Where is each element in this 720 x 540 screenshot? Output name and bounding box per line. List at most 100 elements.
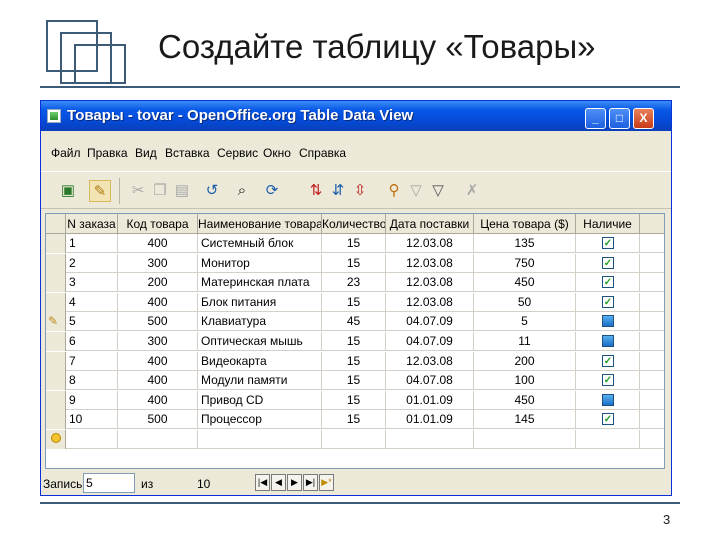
- table-cell[interactable]: [576, 390, 640, 410]
- table-cell[interactable]: Оптическая мышь: [198, 332, 322, 351]
- table-cell[interactable]: 15: [322, 332, 386, 351]
- table-cell[interactable]: Привод CD: [198, 390, 322, 410]
- row-selector[interactable]: [46, 430, 66, 449]
- table-cell[interactable]: 135: [474, 234, 576, 253]
- cut-icon[interactable]: ✂: [127, 180, 149, 202]
- table-cell[interactable]: 04.07.08: [386, 371, 474, 391]
- table-cell[interactable]: [386, 430, 474, 449]
- table-cell[interactable]: 12.03.08: [386, 234, 474, 253]
- row-selector[interactable]: [46, 292, 66, 312]
- undo-icon[interactable]: ↺: [201, 180, 223, 202]
- availability-checkbox[interactable]: ✓: [602, 295, 614, 308]
- table-cell[interactable]: ✓: [576, 253, 640, 273]
- table-row[interactable]: 4 400 Блок питания 15 12.03.08 50 ✓: [46, 292, 664, 312]
- sort-descending-icon[interactable]: ⇵: [327, 180, 349, 202]
- row-selector[interactable]: [46, 351, 66, 371]
- table-cell[interactable]: [118, 430, 198, 449]
- table-cell[interactable]: [576, 430, 640, 449]
- table-cell[interactable]: 50: [474, 292, 576, 312]
- table-cell[interactable]: [198, 430, 322, 449]
- table-cell[interactable]: 400: [118, 292, 198, 312]
- first-record-button[interactable]: |◀: [255, 474, 270, 491]
- table-cell[interactable]: 4: [66, 292, 118, 312]
- table-cell[interactable]: 45: [322, 312, 386, 332]
- table-cell[interactable]: 15: [322, 371, 386, 391]
- find-icon[interactable]: ⌕: [231, 180, 253, 202]
- table-cell[interactable]: 750: [474, 253, 576, 273]
- table-cell[interactable]: Модули памяти: [198, 371, 322, 391]
- table-cell[interactable]: 01.01.09: [386, 410, 474, 430]
- menu-view[interactable]: Вид: [135, 146, 157, 160]
- availability-checkbox[interactable]: ✓: [602, 374, 614, 387]
- copy-icon[interactable]: ❐: [149, 180, 171, 202]
- close-button[interactable]: X: [633, 108, 654, 129]
- table-cell[interactable]: 400: [118, 234, 198, 253]
- availability-checkbox[interactable]: ✓: [602, 354, 614, 367]
- table-cell[interactable]: [576, 312, 640, 332]
- table-cell[interactable]: 5: [66, 312, 118, 332]
- edit-icon[interactable]: ✎: [89, 180, 111, 202]
- save-icon[interactable]: ▣: [57, 180, 79, 202]
- table-cell[interactable]: ✓: [576, 292, 640, 312]
- table-row[interactable]: ✎ 5 500 Клавиатура 45 04.07.09 5: [46, 312, 664, 332]
- availability-checkbox[interactable]: [602, 315, 614, 328]
- table-cell[interactable]: 300: [118, 332, 198, 351]
- menu-help[interactable]: Справка: [299, 146, 346, 160]
- menu-tools[interactable]: Сервис: [217, 146, 258, 160]
- sort-icon[interactable]: ⇳: [349, 180, 371, 202]
- table-cell[interactable]: ✓: [576, 273, 640, 293]
- row-selector[interactable]: [46, 253, 66, 273]
- table-row[interactable]: 2 300 Монитор 15 12.03.08 750 ✓: [46, 253, 664, 273]
- availability-checkbox[interactable]: ✓: [602, 276, 614, 289]
- table-cell[interactable]: 100: [474, 371, 576, 391]
- table-cell[interactable]: 8: [66, 371, 118, 391]
- table-cell[interactable]: 12.03.08: [386, 292, 474, 312]
- table-cell[interactable]: 15: [322, 234, 386, 253]
- row-selector[interactable]: [46, 390, 66, 410]
- menu-file[interactable]: Файл: [51, 146, 81, 160]
- table-cell[interactable]: 01.01.09: [386, 390, 474, 410]
- table-cell[interactable]: Клавиатура: [198, 312, 322, 332]
- table-cell[interactable]: 500: [118, 410, 198, 430]
- table-cell[interactable]: 15: [322, 292, 386, 312]
- record-number-field[interactable]: 5: [83, 473, 135, 493]
- standard-filter-icon[interactable]: ▽: [405, 180, 427, 202]
- table-cell[interactable]: 04.07.09: [386, 312, 474, 332]
- autofilter-icon[interactable]: ⚲: [383, 180, 405, 202]
- table-row[interactable]: 8 400 Модули памяти 15 04.07.08 100 ✓: [46, 371, 664, 391]
- column-header[interactable]: Код товара: [118, 214, 198, 234]
- table-cell[interactable]: 400: [118, 390, 198, 410]
- row-selector[interactable]: [46, 410, 66, 430]
- availability-checkbox[interactable]: [602, 335, 614, 347]
- table-cell[interactable]: 2: [66, 253, 118, 273]
- availability-checkbox[interactable]: [602, 393, 614, 406]
- column-header[interactable]: Дата поставки: [386, 214, 474, 234]
- table-cell[interactable]: 23: [322, 273, 386, 293]
- table-cell[interactable]: ✓: [576, 371, 640, 391]
- table-cell[interactable]: 145: [474, 410, 576, 430]
- menu-edit[interactable]: Правка: [87, 146, 128, 160]
- table-cell[interactable]: 500: [118, 312, 198, 332]
- table-row[interactable]: 7 400 Видеокарта 15 12.03.08 200 ✓: [46, 351, 664, 371]
- table-cell[interactable]: Материнская плата: [198, 273, 322, 293]
- table-cell[interactable]: [474, 430, 576, 449]
- table-row[interactable]: 1 400 Системный блок 15 12.03.08 135 ✓: [46, 234, 664, 253]
- column-header[interactable]: Наименование товара: [198, 214, 322, 234]
- new-record-row[interactable]: [46, 430, 664, 449]
- table-cell[interactable]: 400: [118, 351, 198, 371]
- table-cell[interactable]: Блок питания: [198, 292, 322, 312]
- table-cell[interactable]: [322, 430, 386, 449]
- row-selector[interactable]: [46, 273, 66, 293]
- table-cell[interactable]: Процессор: [198, 410, 322, 430]
- row-selector[interactable]: [46, 234, 66, 253]
- table-cell[interactable]: 1: [66, 234, 118, 253]
- table-row[interactable]: 10 500 Процессор 15 01.01.09 145 ✓: [46, 410, 664, 430]
- table-cell[interactable]: 12.03.08: [386, 351, 474, 371]
- table-cell[interactable]: Монитор: [198, 253, 322, 273]
- menu-insert[interactable]: Вставка: [165, 146, 210, 160]
- table-cell[interactable]: 400: [118, 371, 198, 391]
- table-cell[interactable]: 200: [474, 351, 576, 371]
- table-cell[interactable]: 15: [322, 253, 386, 273]
- row-selector[interactable]: [46, 371, 66, 391]
- last-record-button[interactable]: ▶|: [303, 474, 318, 491]
